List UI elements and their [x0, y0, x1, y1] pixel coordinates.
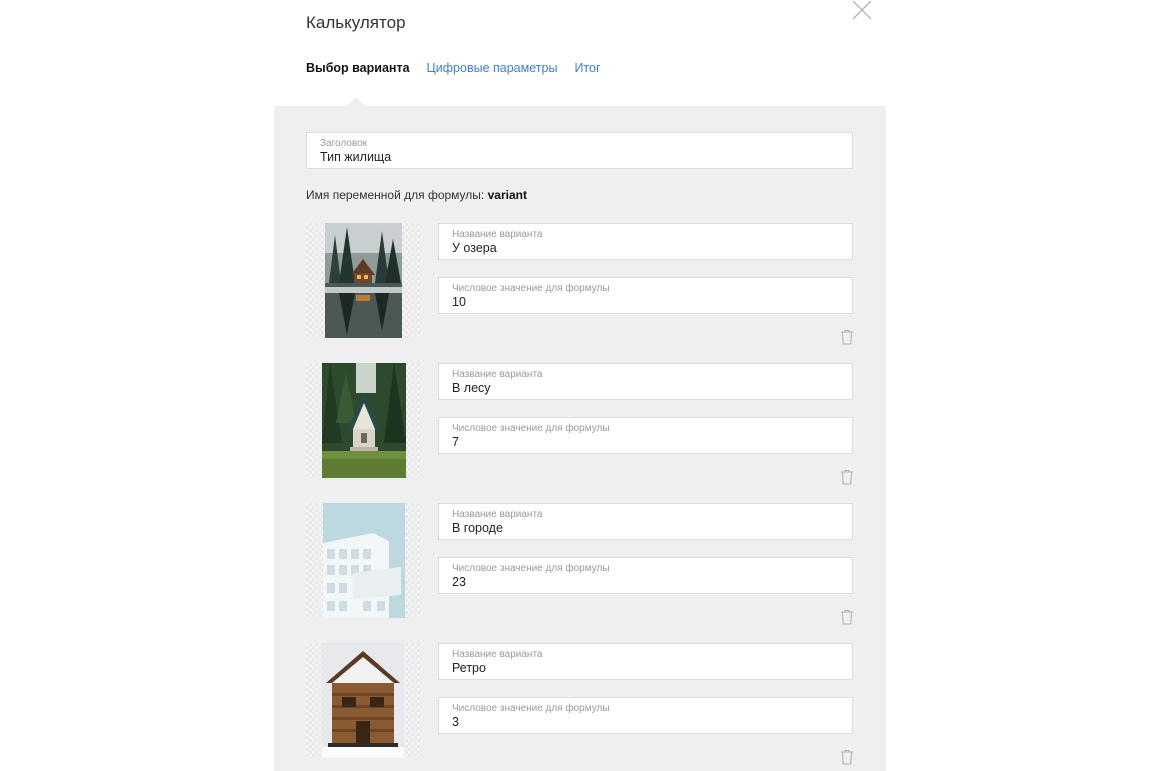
variant-number-value: 23	[452, 575, 466, 589]
variant-name-label: Название варианта	[452, 509, 543, 520]
trash-icon	[841, 749, 853, 765]
variant-name-label: Название варианта	[452, 649, 543, 660]
variant-name-value: В лесу	[452, 381, 491, 395]
tab-summary[interactable]: Итог	[574, 61, 600, 75]
lake-cabin-image	[325, 223, 402, 338]
variant-number-value: 10	[452, 295, 466, 309]
variant-number-field[interactable]: Числовое значение для формулы 10	[438, 277, 853, 314]
variant-number-field[interactable]: Числовое значение для формулы 3	[438, 697, 853, 734]
retro-wooden-house-image	[322, 643, 404, 758]
variant-name-label: Название варианта	[452, 369, 543, 380]
variant-name-value: У озера	[452, 241, 497, 255]
delete-variant-button[interactable]	[840, 329, 854, 345]
delete-variant-button[interactable]	[840, 609, 854, 625]
forest-house-image	[322, 363, 406, 478]
variant-image-forest[interactable]	[306, 363, 421, 478]
variant-name-field[interactable]: Название варианта В городе	[438, 503, 853, 540]
title-field-value: Тип жилища	[320, 150, 392, 164]
city-building-image	[323, 503, 405, 618]
tab-digital-params[interactable]: Цифровые параметры	[427, 61, 558, 75]
variant-number-label: Числовое значение для формулы	[452, 703, 610, 714]
variant-name-value: В городе	[452, 521, 503, 535]
trash-icon	[841, 329, 853, 345]
formula-variable-prefix: Имя переменной для формулы:	[306, 188, 488, 202]
close-button[interactable]	[850, 0, 874, 22]
variant-name-label: Название варианта	[452, 229, 543, 240]
tab-bar: Выбор варианта Цифровые параметры Итог	[306, 61, 601, 75]
variant-item: Название варианта В городе Числовое знач…	[306, 503, 853, 643]
formula-variable-name: variant	[487, 188, 527, 202]
variant-item: Название варианта В лесу Числовое значен…	[306, 363, 853, 503]
variant-number-label: Числовое значение для формулы	[452, 283, 610, 294]
variant-name-field[interactable]: Название варианта Ретро	[438, 643, 853, 680]
close-icon	[852, 0, 872, 20]
delete-variant-button[interactable]	[840, 749, 854, 765]
variant-name-field[interactable]: Название варианта У озера	[438, 223, 853, 260]
variant-number-value: 7	[452, 435, 459, 449]
delete-variant-button[interactable]	[840, 469, 854, 485]
variant-item: Название варианта Ретро Числовое значени…	[306, 643, 853, 771]
variant-name-value: Ретро	[452, 661, 486, 675]
variant-image-retro[interactable]	[306, 643, 421, 758]
tab-variant-choice[interactable]: Выбор варианта	[306, 61, 410, 75]
dialog-title: Калькулятор	[306, 13, 406, 32]
variant-image-lake[interactable]	[306, 223, 421, 338]
trash-icon	[841, 469, 853, 485]
variant-image-city[interactable]	[306, 503, 421, 618]
variant-number-value: 3	[452, 715, 459, 729]
formula-variable-text: Имя переменной для формулы: variant	[306, 188, 527, 202]
variant-number-field[interactable]: Числовое значение для формулы 23	[438, 557, 853, 594]
variant-number-field[interactable]: Числовое значение для формулы 7	[438, 417, 853, 454]
variant-name-field[interactable]: Название варианта В лесу	[438, 363, 853, 400]
title-field-label: Заголовок	[320, 138, 368, 149]
variant-item: Название варианта У озера Числовое значе…	[306, 223, 853, 363]
variants-panel: Заголовок Тип жилища Имя переменной для …	[274, 106, 886, 771]
trash-icon	[841, 609, 853, 625]
variant-number-label: Числовое значение для формулы	[452, 563, 610, 574]
title-field[interactable]: Заголовок Тип жилища	[306, 132, 853, 169]
variant-number-label: Числовое значение для формулы	[452, 423, 610, 434]
